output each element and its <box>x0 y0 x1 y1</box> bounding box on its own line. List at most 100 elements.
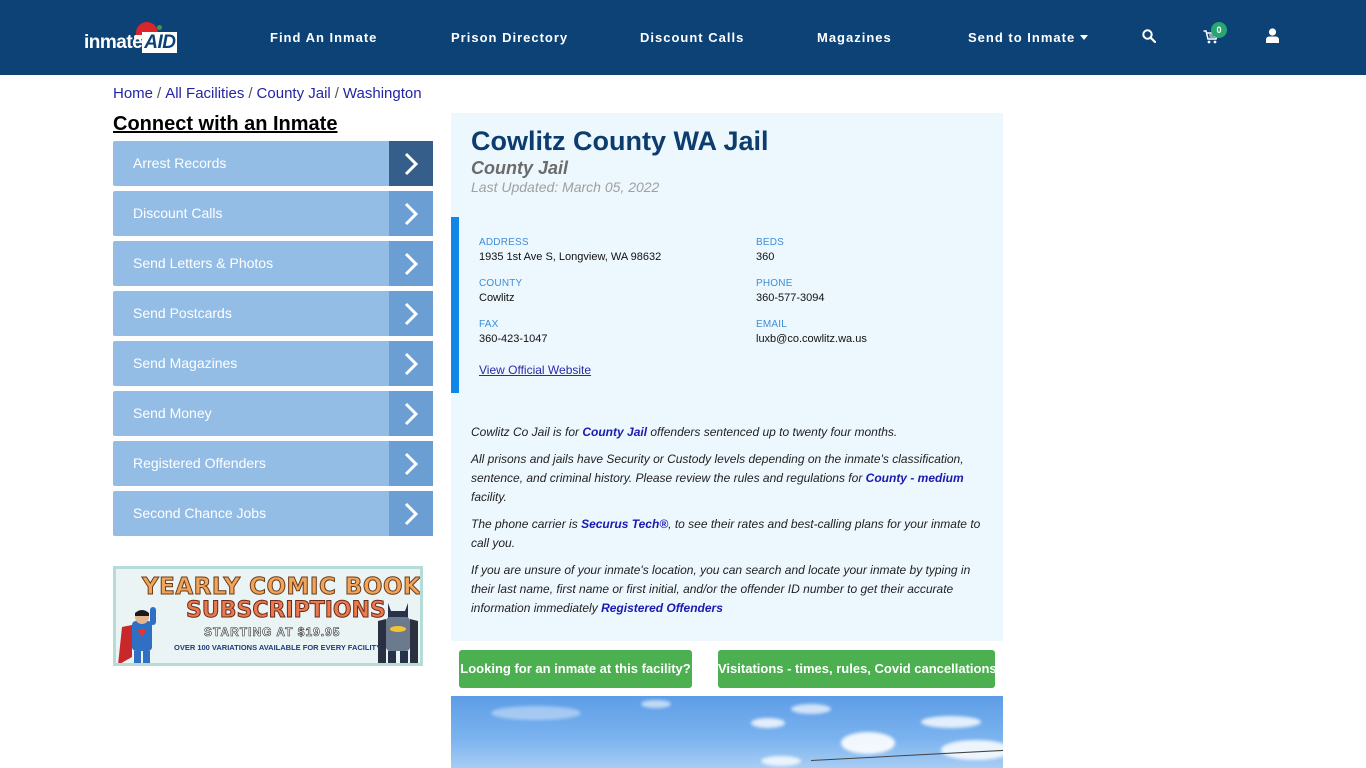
sidebar-item-send-magazines[interactable]: Send Magazines <box>113 341 433 386</box>
cloud-shape <box>751 718 785 728</box>
sidebar-item-arrest-records[interactable]: Arrest Records <box>113 141 433 186</box>
comic-book-subscription-ad[interactable]: YEARLY COMIC BOOK SUBSCRIPTIONS STARTING… <box>113 566 423 666</box>
visitations-button[interactable]: Visitations - times, rules, Covid cancel… <box>718 650 997 688</box>
description-paragraph: If you are unsure of your inmate's locat… <box>471 561 987 618</box>
breadcrumb-washington[interactable]: Washington <box>343 85 422 102</box>
cloud-shape <box>491 706 581 720</box>
registered-offenders-link[interactable]: Registered Offenders <box>601 601 723 615</box>
sidebar-item-send-postcards[interactable]: Send Postcards <box>113 291 433 336</box>
phone-field: PHONE 360-577-3094 <box>756 278 825 304</box>
user-icon[interactable] <box>1266 28 1279 43</box>
county-field: COUNTY Cowlitz <box>479 278 522 304</box>
sidebar-item-label: Registered Offenders <box>133 455 266 471</box>
sidebar-item-label: Send Money <box>133 405 212 421</box>
breadcrumb: Home / All Facilities / County Jail / Washingt… <box>113 85 422 102</box>
logo-text-accent: AID <box>142 32 178 53</box>
sidebar-item-registered-offenders[interactable]: Registered Offenders <box>113 441 433 486</box>
looking-for-inmate-button[interactable]: Looking for an inmate at this facility? <box>459 650 692 688</box>
chevron-right-icon <box>389 341 433 386</box>
sidebar-item-send-money[interactable]: Send Money <box>113 391 433 436</box>
chevron-right-icon <box>389 391 433 436</box>
facility-panel: Cowlitz County WA Jail County Jail Last … <box>451 113 1003 641</box>
facility-title: Cowlitz County WA Jail <box>471 126 769 156</box>
chevron-right-icon <box>389 141 433 186</box>
chevron-right-icon <box>389 491 433 536</box>
sidebar-item-discount-calls[interactable]: Discount Calls <box>113 191 433 236</box>
description-text: facility. <box>471 490 507 504</box>
fax-value: 360-423-1047 <box>479 333 548 345</box>
beds-value: 360 <box>756 251 775 263</box>
chevron-right-icon <box>389 291 433 336</box>
breadcrumb-separator: / <box>157 85 162 102</box>
facility-info-box: ADDRESS 1935 1st Ave S, Longview, WA 986… <box>451 217 1003 393</box>
breadcrumb-county-jail[interactable]: County Jail <box>257 85 331 102</box>
address-label: ADDRESS <box>479 237 529 248</box>
sidebar-item-label: Send Letters & Photos <box>133 255 274 271</box>
facility-photo <box>451 696 1003 768</box>
inmateaid-logo[interactable]: inmate AID <box>84 22 180 56</box>
sidebar-item-label: Discount Calls <box>133 205 223 221</box>
sidebar-item-label: Second Chance Jobs <box>133 505 267 521</box>
cloud-shape <box>921 716 981 728</box>
description-paragraph: The phone carrier is Securus Tech®, to s… <box>471 515 987 553</box>
cloud-shape <box>791 704 831 714</box>
address-value: 1935 1st Ave S, Longview, WA 98632 <box>479 251 662 263</box>
ad-subheadline: SUBSCRIPTIONS <box>186 598 387 624</box>
breadcrumb-separator: / <box>248 85 253 102</box>
chevron-right-icon <box>389 241 433 286</box>
sidebar-item-label: Send Postcards <box>133 305 232 321</box>
fax-field: FAX 360-423-1047 <box>479 319 548 345</box>
nav-magazines[interactable]: Magazines <box>817 30 892 45</box>
view-official-website-link[interactable]: View Official Website <box>479 363 591 377</box>
sidebar-item-send-letters-photos[interactable]: Send Letters & Photos <box>113 241 433 286</box>
cloud-shape <box>841 732 895 754</box>
county-medium-link[interactable]: County - medium <box>866 471 964 485</box>
description-text: offenders sentenced up to twenty four mo… <box>647 425 898 439</box>
cloud-shape <box>761 756 801 766</box>
cloud-shape <box>641 700 671 708</box>
beds-field: BEDS 360 <box>756 237 784 263</box>
connect-with-inmate-heading: Connect with an Inmate <box>113 113 338 135</box>
description-paragraph: Cowlitz Co Jail is for County Jail offen… <box>471 423 987 442</box>
nav-prison-directory[interactable]: Prison Directory <box>451 30 568 45</box>
caret-down-icon <box>1080 35 1089 40</box>
phone-label: PHONE <box>756 278 793 289</box>
description-text: The phone carrier is <box>471 517 582 531</box>
sidebar-item-label: Arrest Records <box>133 155 227 171</box>
superhero-left-illustration <box>118 607 156 663</box>
ad-headline: YEARLY COMIC BOOK <box>141 574 422 601</box>
search-icon[interactable] <box>1142 29 1156 43</box>
phone-value: 360-577-3094 <box>756 292 825 304</box>
address-field: ADDRESS 1935 1st Ave S, Longview, WA 986… <box>479 237 661 263</box>
facility-type: County Jail <box>471 158 569 178</box>
beds-label: BEDS <box>756 237 785 248</box>
breadcrumb-home[interactable]: Home <box>113 85 153 102</box>
site-header: inmate AID Find An Inmate Prison Director… <box>0 0 1366 75</box>
email-label: EMAIL <box>756 319 788 330</box>
description-paragraph: All prisons and jails have Security or C… <box>471 450 987 507</box>
email-value: luxb@co.cowlitz.wa.us <box>756 333 867 345</box>
county-label: COUNTY <box>479 278 523 289</box>
cart-count-badge: 0 <box>1211 22 1227 38</box>
county-value: Cowlitz <box>479 292 515 304</box>
nav-find-an-inmate[interactable]: Find An Inmate <box>270 30 377 45</box>
description-text: Cowlitz Co Jail is for <box>471 425 583 439</box>
info-accent-bar <box>451 217 459 393</box>
sidebar-item-label: Send Magazines <box>133 355 238 371</box>
last-updated: Last Updated: March 05, 2022 <box>471 179 660 195</box>
nav-send-to-inmate[interactable]: Send to Inmate <box>968 30 1089 45</box>
chevron-right-icon <box>389 441 433 486</box>
sidebar-menu: Arrest Records Discount Calls Send Lette… <box>113 141 433 541</box>
breadcrumb-all-facilities[interactable]: All Facilities <box>165 85 244 102</box>
ad-price: STARTING AT $19.95 <box>204 625 341 640</box>
chevron-right-icon <box>389 191 433 236</box>
ad-tagline: OVER 100 VARIATIONS AVAILABLE FOR EVERY … <box>174 643 382 652</box>
sidebar-item-second-chance-jobs[interactable]: Second Chance Jobs <box>113 491 433 536</box>
securus-tech-link[interactable]: Securus Tech® <box>581 517 668 531</box>
nav-send-to-inmate-label: Send to Inmate <box>968 30 1076 45</box>
facility-description: Cowlitz Co Jail is for County Jail offen… <box>471 423 987 626</box>
fax-label: FAX <box>479 319 499 330</box>
email-field: EMAIL luxb@co.cowlitz.wa.us <box>756 319 867 345</box>
nav-discount-calls[interactable]: Discount Calls <box>640 30 744 45</box>
county-jail-link[interactable]: County Jail <box>582 425 647 439</box>
